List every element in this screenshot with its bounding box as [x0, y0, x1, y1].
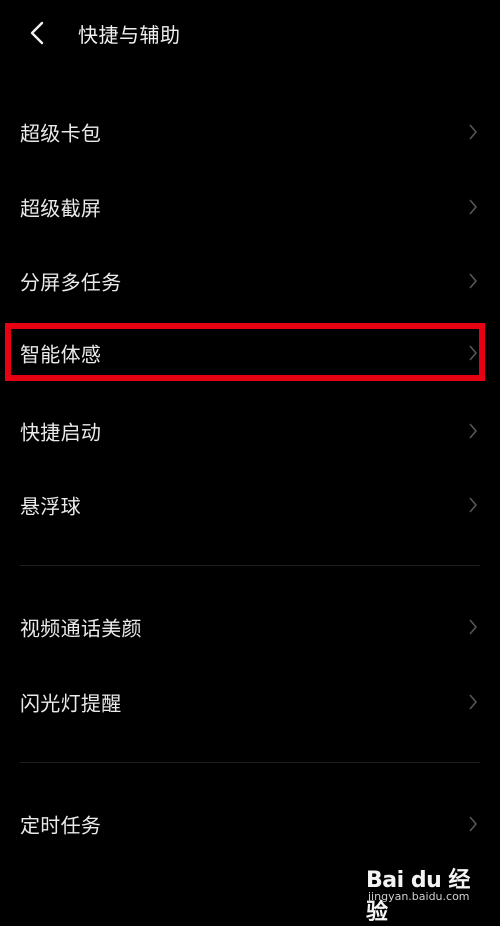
chevron-right-icon	[469, 497, 478, 513]
menu-item-flash-notification[interactable]: 闪光灯提醒	[0, 672, 500, 732]
page-title: 快捷与辅助	[78, 23, 181, 47]
back-button[interactable]	[24, 18, 54, 48]
chevron-right-icon	[469, 273, 478, 289]
menu-item-label: 悬浮球	[20, 494, 81, 519]
menu-item-super-screenshot[interactable]: 超级截屏	[0, 177, 500, 237]
menu-item-floating-ball[interactable]: 悬浮球	[0, 475, 500, 535]
menu-item-label: 分屏多任务	[20, 270, 122, 295]
menu-item-scheduled-task[interactable]: 定时任务	[0, 794, 500, 854]
chevron-right-icon	[469, 423, 478, 439]
menu-item-label: 超级截屏	[20, 196, 102, 221]
menu-item-label: 视频通话美颜	[20, 616, 142, 641]
group-divider	[20, 762, 480, 763]
header-bar: 快捷与辅助	[0, 0, 500, 70]
chevron-right-icon	[469, 619, 478, 635]
highlight-box	[5, 323, 485, 381]
chevron-left-icon	[30, 21, 44, 45]
menu-item-label: 定时任务	[20, 813, 102, 838]
menu-item-video-call-beauty[interactable]: 视频通话美颜	[0, 597, 500, 657]
menu-item-quick-launch[interactable]: 快捷启动	[0, 401, 500, 461]
chevron-right-icon	[469, 816, 478, 832]
menu-item-super-card-wallet[interactable]: 超级卡包	[0, 102, 500, 162]
watermark-url: jingyan.baidu.com	[368, 890, 470, 903]
group-divider	[20, 565, 480, 566]
menu-item-split-screen-multitask[interactable]: 分屏多任务	[0, 251, 500, 311]
baidu-jingyan-watermark: Bai du 经验 jingyan.baidu.com	[364, 858, 484, 925]
chevron-right-icon	[469, 124, 478, 140]
menu-item-label: 快捷启动	[20, 420, 102, 445]
chevron-right-icon	[469, 694, 478, 710]
chevron-right-icon	[469, 199, 478, 215]
menu-item-label: 超级卡包	[20, 121, 102, 146]
menu-item-label: 闪光灯提醒	[20, 691, 122, 716]
